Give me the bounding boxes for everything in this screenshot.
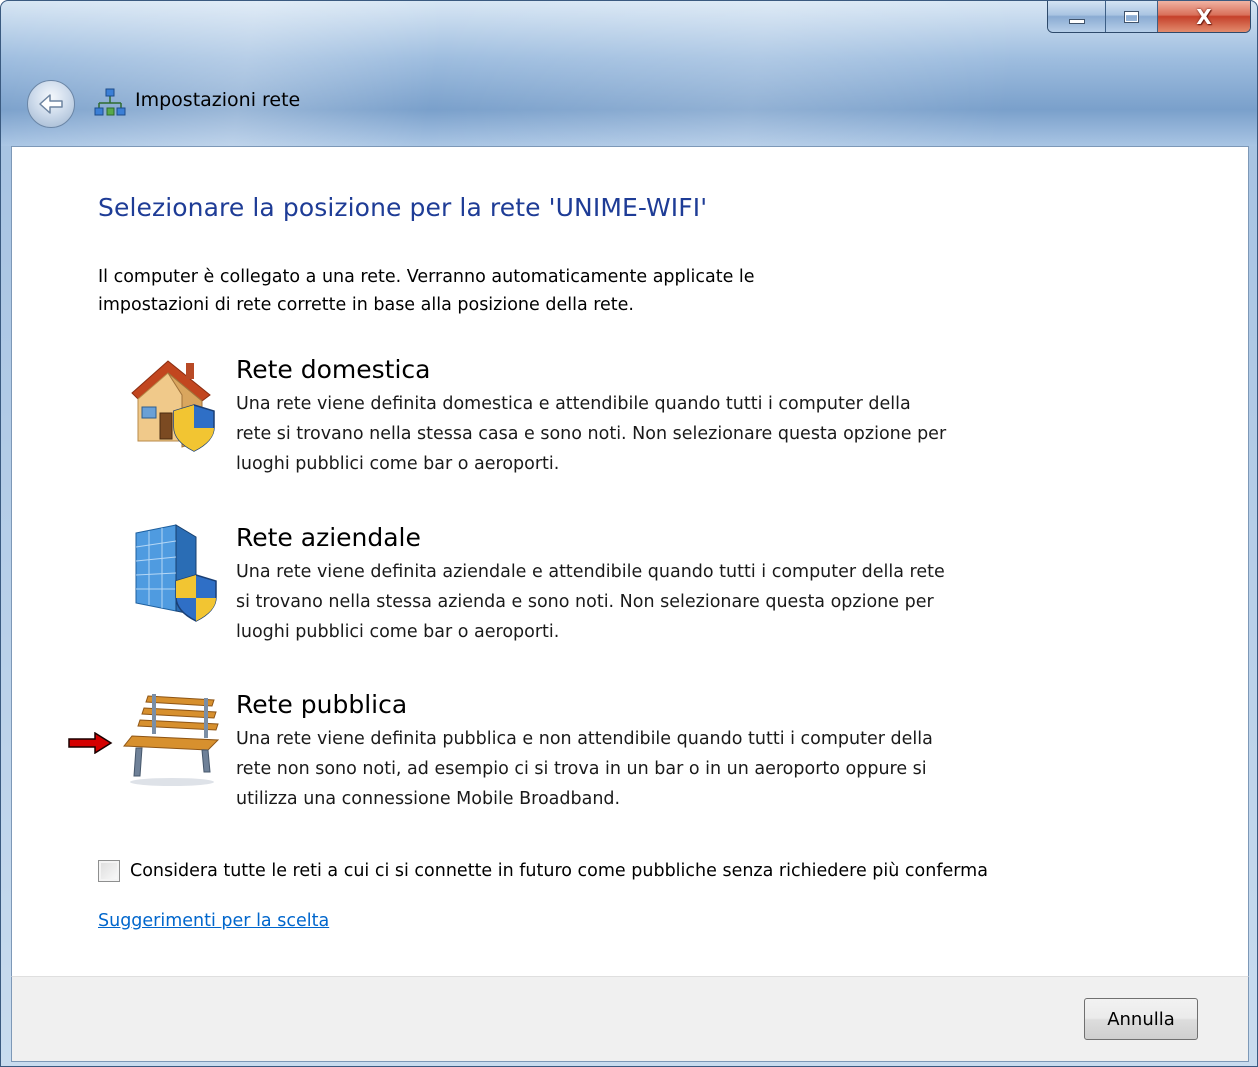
option-description: Una rete viene definita aziendale e atte… bbox=[236, 557, 1116, 647]
dialog-footer: Annulla bbox=[11, 976, 1249, 1062]
intro-text: Il computer è collegato a una rete. Verr… bbox=[98, 263, 958, 319]
help-choice-link[interactable]: Suggerimenti per la scelta bbox=[98, 911, 329, 931]
option-desc-line: si trovano nella stessa azienda e sono n… bbox=[236, 592, 934, 612]
option-desc-line: luoghi pubblici come bar o aeroporti. bbox=[236, 622, 560, 642]
maximize-icon bbox=[1124, 10, 1139, 23]
intro-line: impostazioni di rete corrette in base al… bbox=[98, 295, 634, 315]
option-desc-line: utilizza una connessione Mobile Broadban… bbox=[236, 789, 621, 809]
option-description: Una rete viene definita domestica e atte… bbox=[236, 389, 1116, 479]
back-button[interactable] bbox=[27, 80, 75, 128]
option-home-network[interactable]: Rete domestica Una rete viene definita d… bbox=[122, 355, 1122, 485]
checkbox-label[interactable]: Considera tutte le reti a cui ci si conn… bbox=[130, 861, 988, 881]
public-network-icon bbox=[122, 694, 220, 786]
maximize-button[interactable] bbox=[1106, 1, 1158, 32]
option-desc-line: luoghi pubblici come bar o aeroporti. bbox=[236, 454, 560, 474]
home-network-icon bbox=[131, 360, 215, 452]
minimize-icon bbox=[1068, 19, 1085, 24]
cancel-button[interactable]: Annulla bbox=[1084, 998, 1198, 1040]
option-work-network[interactable]: Rete aziendale Una rete viene definita a… bbox=[122, 523, 1122, 653]
red-arrow-icon bbox=[68, 732, 113, 754]
option-desc-line: Una rete viene definita domestica e atte… bbox=[236, 394, 911, 414]
option-title: Rete pubblica bbox=[236, 690, 408, 719]
option-public-network[interactable]: Rete pubblica Una rete viene definita pu… bbox=[122, 690, 1122, 820]
option-desc-line: rete si trovano nella stessa casa e sono… bbox=[236, 424, 947, 444]
network-icon bbox=[94, 88, 126, 116]
option-desc-line: Una rete viene definita aziendale e atte… bbox=[236, 562, 945, 582]
option-desc-line: Una rete viene definita pubblica e non a… bbox=[236, 729, 933, 749]
public-default-checkbox-row[interactable]: Considera tutte le reti a cui ci si conn… bbox=[98, 860, 988, 882]
work-network-icon bbox=[135, 524, 217, 622]
close-button[interactable]: X bbox=[1158, 1, 1250, 32]
back-arrow-icon bbox=[39, 94, 63, 114]
network-settings-window: X Impostazioni rete Selezionare la posiz… bbox=[0, 0, 1258, 1067]
option-desc-line: rete non sono noti, ad esempio ci si tro… bbox=[236, 759, 927, 779]
public-default-checkbox[interactable] bbox=[98, 860, 120, 882]
page-heading: Selezionare la posizione per la rete 'UN… bbox=[98, 193, 708, 222]
intro-line: Il computer è collegato a una rete. Verr… bbox=[98, 267, 755, 287]
window-title: Impostazioni rete bbox=[135, 89, 301, 111]
option-description: Una rete viene definita pubblica e non a… bbox=[236, 724, 1116, 814]
content-panel: Selezionare la posizione per la rete 'UN… bbox=[11, 146, 1249, 976]
option-title: Rete domestica bbox=[236, 355, 431, 384]
minimize-button[interactable] bbox=[1048, 1, 1106, 32]
close-icon: X bbox=[1196, 4, 1212, 29]
option-title: Rete aziendale bbox=[236, 523, 421, 552]
caption-buttons: X bbox=[1047, 1, 1251, 33]
